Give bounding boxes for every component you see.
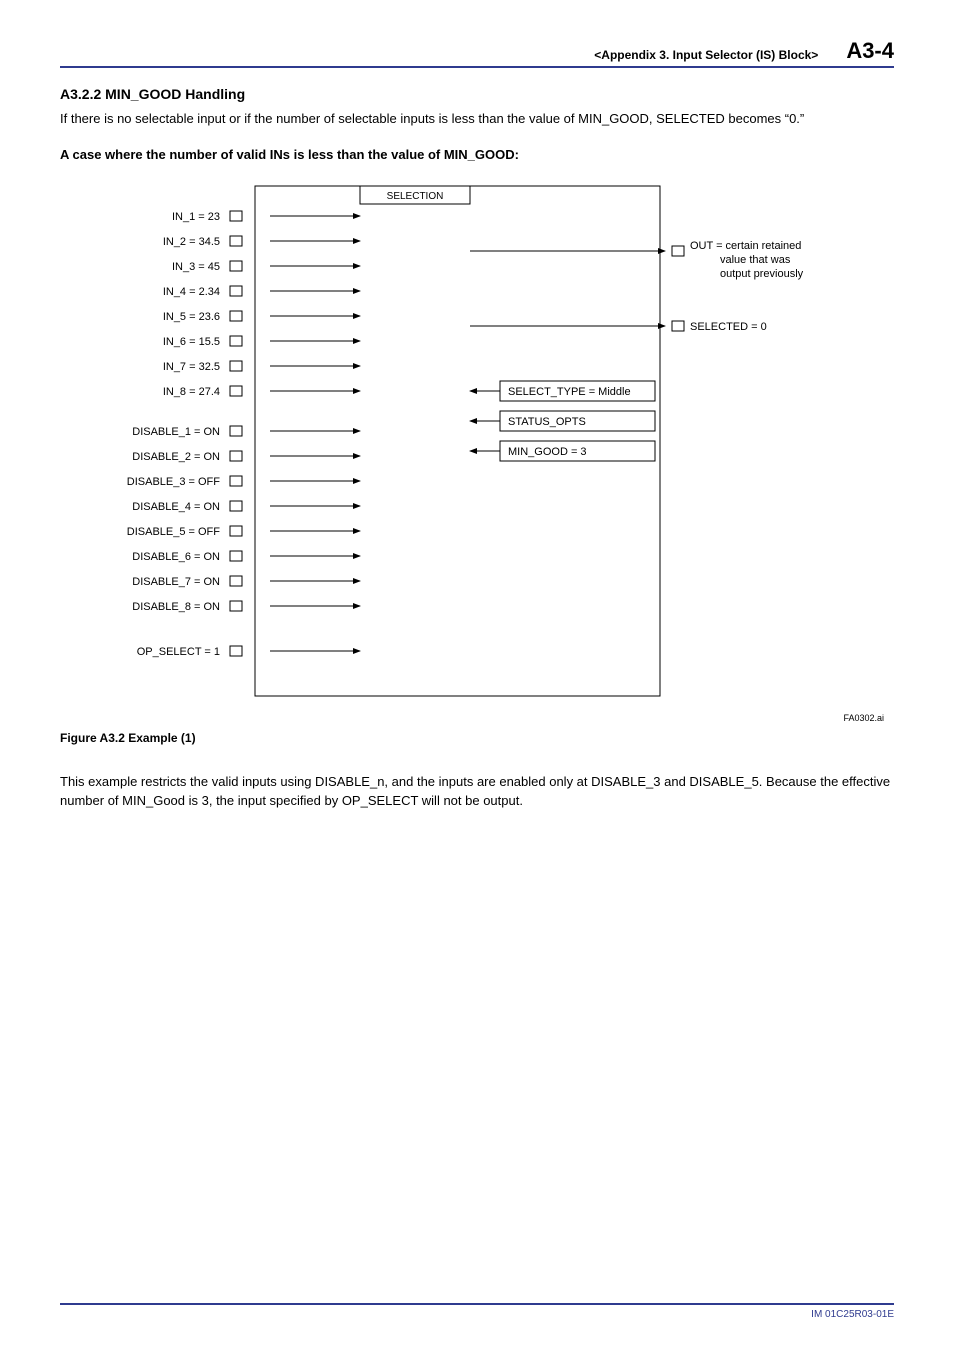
svg-text:IN_4 = 2.34: IN_4 = 2.34 — [163, 286, 220, 298]
svg-text:DISABLE_4 = ON: DISABLE_4 = ON — [132, 501, 220, 513]
svg-text:IN_8 = 27.4: IN_8 = 27.4 — [163, 386, 220, 398]
svg-text:SELECT_TYPE = Middle: SELECT_TYPE = Middle — [508, 386, 631, 398]
svg-text:DISABLE_6 = ON: DISABLE_6 = ON — [132, 551, 220, 563]
page: <Appendix 3. Input Selector (IS) Block> … — [0, 0, 954, 1350]
svg-text:SELECTED = 0: SELECTED = 0 — [690, 321, 767, 333]
op-select: OP_SELECT = 1 — [137, 646, 360, 658]
svg-text:IN_7 = 32.5: IN_7 = 32.5 — [163, 361, 220, 373]
disables-group: DISABLE_1 = ON DISABLE_2 = ON DISABLE_3 … — [127, 426, 360, 613]
svg-text:DISABLE_7 = ON: DISABLE_7 = ON — [132, 576, 220, 588]
footer-doc-code: IM 01C25R03-01E — [60, 1305, 894, 1320]
svg-text:value that was: value that was — [720, 254, 791, 266]
svg-text:IN_3 = 45: IN_3 = 45 — [172, 261, 220, 273]
svg-text:DISABLE_5 = OFF: DISABLE_5 = OFF — [127, 526, 221, 538]
svg-text:DISABLE_1 = ON: DISABLE_1 = ON — [132, 426, 220, 438]
diagram: SELECTION IN_1 = 23 IN_2 = 34.5 — [60, 176, 894, 723]
svg-text:IN_2 = 34.5: IN_2 = 34.5 — [163, 236, 220, 248]
header-page-number: A3-4 — [846, 40, 894, 62]
figure-caption: Figure A3.2 Example (1) — [60, 731, 894, 745]
inputs-group: IN_1 = 23 IN_2 = 34.5 IN_3 = 45 IN_4 = 2… — [163, 211, 360, 398]
svg-text:IN_5 = 23.6: IN_5 = 23.6 — [163, 311, 220, 323]
svg-text:DISABLE_2 = ON: DISABLE_2 = ON — [132, 451, 220, 463]
svg-text:OP_SELECT = 1: OP_SELECT = 1 — [137, 646, 220, 658]
svg-text:DISABLE_8 = ON: DISABLE_8 = ON — [132, 601, 220, 613]
page-footer: IM 01C25R03-01E — [60, 1303, 894, 1320]
out-group: OUT = certain retained value that was ou… — [470, 240, 804, 280]
section-heading: A3.2.2 MIN_GOOD Handling — [60, 86, 894, 102]
svg-text:IN_6 = 15.5: IN_6 = 15.5 — [163, 336, 220, 348]
page-header: <Appendix 3. Input Selector (IS) Block> … — [60, 40, 894, 68]
section-intro: If there is no selectable input or if th… — [60, 110, 894, 129]
closing-paragraph: This example restricts the valid inputs … — [60, 773, 894, 811]
svg-text:MIN_GOOD = 3: MIN_GOOD = 3 — [508, 446, 587, 458]
svg-text:OUT = certain retained: OUT = certain retained — [690, 240, 801, 252]
header-section-title: <Appendix 3. Input Selector (IS) Block> — [594, 48, 818, 62]
params-group: SELECT_TYPE = Middle STATUS_OPTS MIN_GOO… — [470, 381, 655, 461]
svg-text:IN_1 = 23: IN_1 = 23 — [172, 211, 220, 223]
svg-text:STATUS_OPTS: STATUS_OPTS — [508, 416, 586, 428]
case-title: A case where the number of valid INs is … — [60, 147, 894, 162]
fa-code: FA0302.ai — [60, 713, 894, 723]
selected-group: SELECTED = 0 — [470, 321, 767, 333]
svg-text:DISABLE_3 = OFF: DISABLE_3 = OFF — [127, 476, 221, 488]
selection-label: SELECTION — [387, 191, 444, 202]
svg-text:output previously: output previously — [720, 268, 804, 280]
